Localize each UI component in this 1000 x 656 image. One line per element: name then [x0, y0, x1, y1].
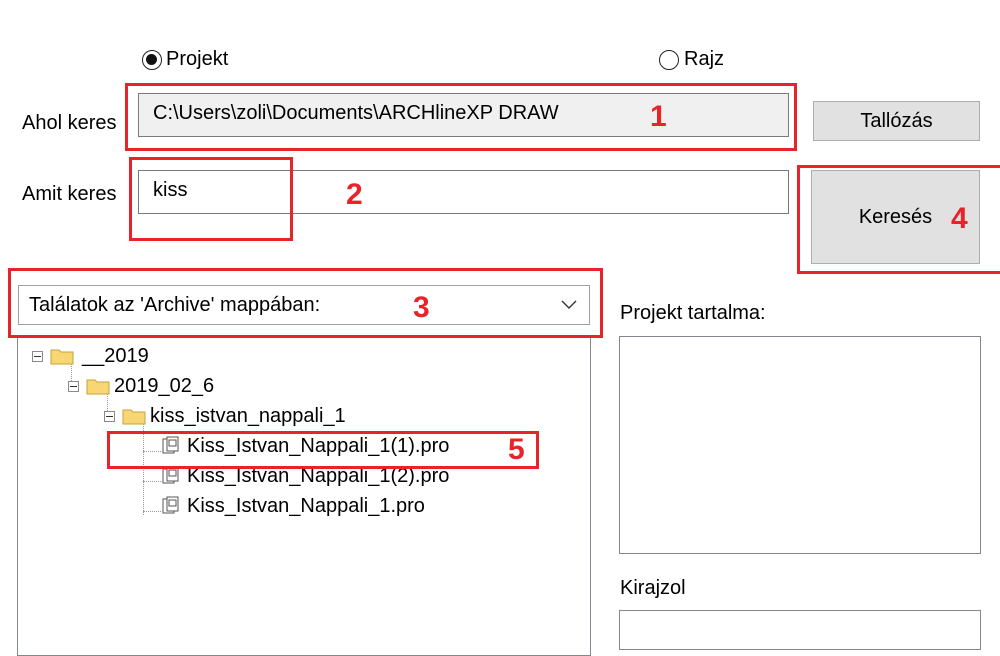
radio-rajz[interactable]: Rajz [659, 48, 759, 74]
tree-item-kiss-istvan-nappali-1[interactable]: kiss_istvan_nappali_1 [104, 401, 346, 431]
annotation-number-1: 1 [650, 100, 667, 133]
annotation-number-4: 4 [951, 202, 968, 235]
folder-icon [122, 409, 146, 425]
radio-projekt-indicator[interactable] [142, 50, 162, 70]
annotation-number-5: 5 [508, 433, 525, 466]
annotation-box-5 [107, 431, 539, 469]
collapse-icon[interactable] [32, 351, 43, 362]
annotation-box-3 [8, 268, 603, 338]
folder-icon [86, 379, 110, 395]
tree-item-file-3[interactable]: Kiss_Istvan_Nappali_1.pro [161, 491, 425, 521]
collapse-icon[interactable] [104, 411, 115, 422]
preview-box[interactable] [619, 610, 981, 650]
what-label: Amit keres [22, 183, 117, 205]
radio-rajz-indicator[interactable] [659, 50, 679, 70]
radio-projekt-label: Projekt [166, 48, 229, 70]
where-label: Ahol keres [22, 112, 117, 134]
collapse-icon[interactable] [68, 381, 79, 392]
annotation-number-2: 2 [346, 178, 363, 211]
tree-item-2019-02-6[interactable]: 2019_02_6 [68, 371, 214, 401]
project-file-icon [162, 466, 179, 484]
project-file-icon [162, 496, 179, 514]
annotation-number-3: 3 [413, 291, 430, 324]
project-content-label: Projekt tartalma: [620, 302, 766, 324]
browse-button[interactable]: Tallózás [813, 101, 980, 141]
annotation-box-4 [797, 165, 1000, 274]
results-tree[interactable]: __2019 2019_02_6 kiss_istvan_nappali_1 K… [17, 336, 591, 656]
draw-label: Kirajzol [620, 577, 686, 599]
tree-item-2019[interactable]: __2019 [32, 341, 149, 371]
annotation-box-1 [125, 83, 797, 151]
project-content-box[interactable] [619, 336, 981, 554]
folder-icon [50, 349, 74, 365]
radio-projekt[interactable]: Projekt [142, 48, 262, 74]
tree-item-label: Kiss_Istvan_Nappali_1.pro [187, 494, 425, 517]
radio-rajz-label: Rajz [684, 48, 725, 70]
tree-item-label: 2019_02_6 [114, 374, 215, 397]
tree-item-label: __2019 [82, 344, 149, 367]
annotation-box-2 [129, 157, 293, 241]
tree-item-label: kiss_istvan_nappali_1 [150, 404, 346, 427]
